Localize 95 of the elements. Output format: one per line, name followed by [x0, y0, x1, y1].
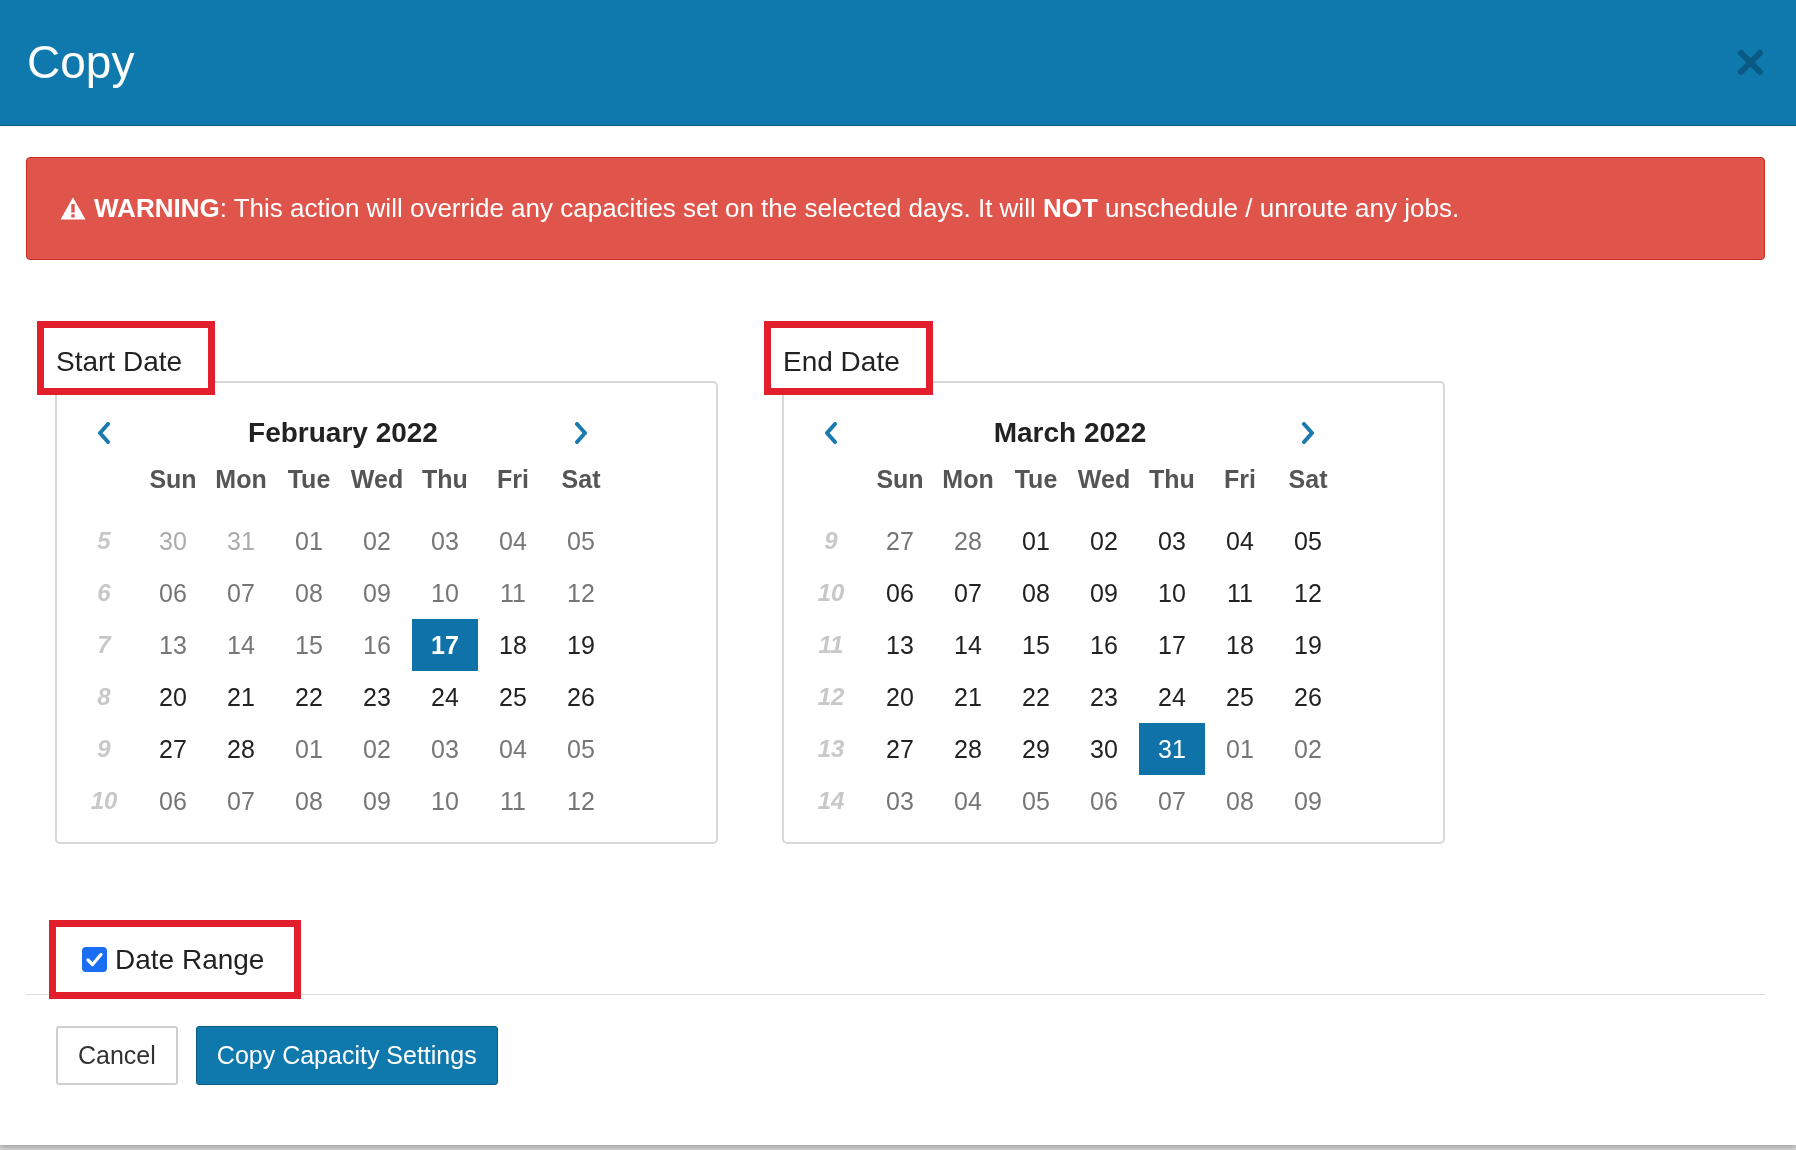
- day-cell[interactable]: 06: [867, 567, 933, 619]
- day-cell[interactable]: 26: [1275, 671, 1341, 723]
- day-cell[interactable]: 29: [1003, 723, 1069, 775]
- day-cell[interactable]: 07: [935, 567, 1001, 619]
- cancel-button[interactable]: Cancel: [56, 1026, 178, 1085]
- day-cell[interactable]: 23: [344, 671, 410, 723]
- day-cell[interactable]: 07: [208, 775, 274, 827]
- day-cell[interactable]: 11: [480, 775, 546, 827]
- day-cell[interactable]: 24: [1139, 671, 1205, 723]
- day-cell[interactable]: 10: [1139, 567, 1205, 619]
- weekday-header: Sun: [876, 465, 924, 494]
- day-cell[interactable]: 27: [867, 515, 933, 567]
- weekday-header: Mon: [215, 465, 267, 494]
- weekday-header: Sun: [149, 465, 197, 494]
- day-cell[interactable]: 31: [1139, 723, 1205, 775]
- day-cell[interactable]: 30: [1071, 723, 1137, 775]
- chevron-left-icon[interactable]: [824, 422, 838, 444]
- day-cell[interactable]: 19: [548, 619, 614, 671]
- day-cell[interactable]: 04: [480, 723, 546, 775]
- day-cell[interactable]: 24: [412, 671, 478, 723]
- day-cell[interactable]: 12: [548, 775, 614, 827]
- day-cell[interactable]: 25: [1207, 671, 1273, 723]
- warning-icon: [60, 197, 86, 220]
- day-cell[interactable]: 10: [412, 775, 478, 827]
- day-cell[interactable]: 21: [208, 671, 274, 723]
- month-title: February 2022: [248, 417, 438, 449]
- day-cell[interactable]: 01: [1207, 723, 1273, 775]
- field-label: Start Date: [56, 346, 183, 377]
- day-cell[interactable]: 07: [1139, 775, 1205, 827]
- day-cell[interactable]: 03: [867, 775, 933, 827]
- day-cell[interactable]: 20: [867, 671, 933, 723]
- day-cell[interactable]: 06: [140, 775, 206, 827]
- day-cell[interactable]: 26: [548, 671, 614, 723]
- weekday-header: Sat: [561, 465, 601, 494]
- weekday-header: Fri: [1224, 465, 1256, 494]
- day-cell[interactable]: 15: [1003, 619, 1069, 671]
- day-cell[interactable]: 11: [1207, 567, 1273, 619]
- copy-button[interactable]: Copy Capacity Settings: [195, 1026, 498, 1085]
- day-cell[interactable]: 28: [208, 723, 274, 775]
- day-cell[interactable]: 18: [480, 619, 546, 671]
- day-cell[interactable]: 25: [480, 671, 546, 723]
- day-cell[interactable]: 02: [344, 723, 410, 775]
- day-cell[interactable]: 06: [1071, 775, 1137, 827]
- weekday-header: Thu: [422, 465, 468, 494]
- day-cell[interactable]: 03: [412, 723, 478, 775]
- day-cell[interactable]: 08: [1003, 567, 1069, 619]
- checkbox-label[interactable]: Date Range: [115, 943, 265, 976]
- weekday-header: Tue: [287, 465, 331, 494]
- day-cell[interactable]: 22: [1003, 671, 1069, 723]
- day-cell[interactable]: 02: [1275, 723, 1341, 775]
- field-label: End Date: [783, 346, 900, 377]
- day-cell[interactable]: 12: [1275, 567, 1341, 619]
- day-cell[interactable]: 09: [1275, 775, 1341, 827]
- day-cell[interactable]: 14: [935, 619, 1001, 671]
- day-cell[interactable]: 16: [1071, 619, 1137, 671]
- day-cell[interactable]: 03: [1139, 515, 1205, 567]
- day-cell[interactable]: 02: [1071, 515, 1137, 567]
- day-cell[interactable]: 05: [1275, 515, 1341, 567]
- checkbox[interactable]: [82, 947, 107, 972]
- weekday-header: Sat: [1288, 465, 1328, 494]
- day-cell[interactable]: 17: [1139, 619, 1205, 671]
- day-cell[interactable]: 04: [1207, 515, 1273, 567]
- day-cell[interactable]: 21: [935, 671, 1001, 723]
- day-cell[interactable]: 28: [935, 515, 1001, 567]
- day-cell[interactable]: 05: [548, 723, 614, 775]
- day-cell[interactable]: 27: [867, 723, 933, 775]
- day-cell[interactable]: 19: [1275, 619, 1341, 671]
- weekday-header: Mon: [942, 465, 994, 494]
- day-cell[interactable]: 08: [276, 775, 342, 827]
- chevron-right-icon[interactable]: [574, 422, 588, 444]
- day-cell[interactable]: 09: [344, 775, 410, 827]
- warning-message: WARNING: This action will override any capacities set on the selected days. It will NOT unschedule / unroute any jobs.: [94, 191, 1460, 225]
- day-cell[interactable]: 05: [1003, 775, 1069, 827]
- day-cell[interactable]: 09: [1071, 567, 1137, 619]
- day-cell[interactable]: 28: [935, 723, 1001, 775]
- day-cell[interactable]: 18: [1207, 619, 1273, 671]
- day-cell[interactable]: 01: [276, 723, 342, 775]
- day-cell[interactable]: 13: [867, 619, 933, 671]
- chevron-right-icon[interactable]: [1301, 422, 1315, 444]
- weekday-header: Fri: [497, 465, 529, 494]
- day-cell[interactable]: 23: [1071, 671, 1137, 723]
- chevron-left-icon[interactable]: [97, 422, 111, 444]
- weekday-header: Tue: [1014, 465, 1058, 494]
- day-cell[interactable]: 08: [1207, 775, 1273, 827]
- day-cell[interactable]: 17: [412, 619, 478, 671]
- day-cell[interactable]: 27: [140, 723, 206, 775]
- weekday-header: Wed: [1077, 465, 1131, 494]
- day-cell[interactable]: 01: [1003, 515, 1069, 567]
- month-title: March 2022: [993, 417, 1147, 449]
- weekday-header: Thu: [1149, 465, 1195, 494]
- day-cell[interactable]: 22: [276, 671, 342, 723]
- weekday-header: Wed: [350, 465, 404, 494]
- day-cell[interactable]: 04: [935, 775, 1001, 827]
- dialog-title: Copy: [27, 37, 135, 88]
- day-cell[interactable]: 20: [140, 671, 206, 723]
